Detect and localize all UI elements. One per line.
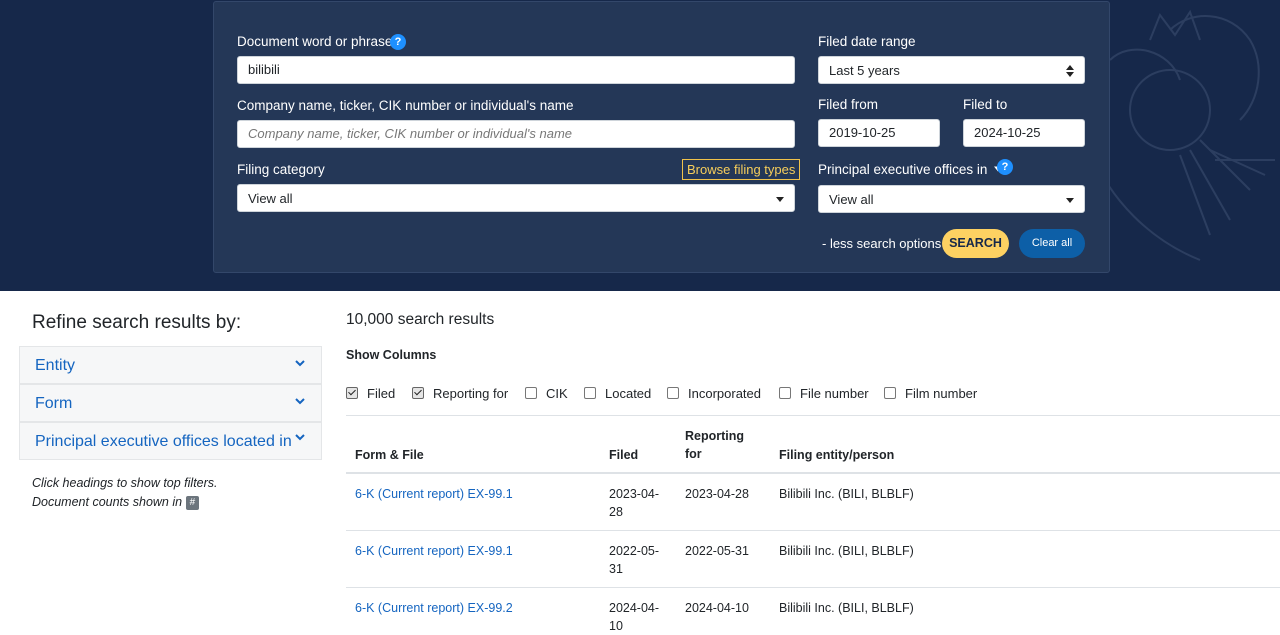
column-toggle-file-number[interactable]: File number (779, 386, 869, 401)
row-divider (346, 587, 1280, 588)
search-hero: Document word or phrase ? Company name, … (0, 0, 1280, 291)
updown-arrows-icon (1066, 65, 1074, 77)
header-form-file[interactable]: Form & File (355, 446, 424, 464)
offices-dropdown-toggle[interactable]: Principal executive offices in (818, 162, 1003, 177)
accordion-entity[interactable]: Entity (19, 346, 322, 384)
form-link[interactable]: 6-K (Current report) EX-99.1 (355, 485, 513, 503)
column-toggle-label: Film number (905, 386, 978, 401)
reporting-date: 2023-04-28 (685, 487, 749, 501)
table-header-divider (346, 472, 1280, 474)
column-toggle-label: Reporting for (433, 386, 509, 401)
offices-label: Principal executive offices in (818, 162, 988, 177)
filed-to-input[interactable] (963, 119, 1085, 147)
checkbox-icon[interactable] (525, 387, 537, 399)
checkbox-icon[interactable] (667, 387, 679, 399)
column-toggle-label: Incorporated (688, 386, 761, 401)
column-toggle-filed[interactable]: Filed (346, 386, 395, 401)
sidebar-hint-1: Click headings to show top filters. (32, 476, 218, 490)
date-range-select[interactable]: Last 5 years (818, 56, 1085, 84)
filing-category-value: View all (248, 191, 293, 206)
document-word-input[interactable] (237, 56, 795, 84)
checkbox-checked-icon[interactable] (412, 387, 424, 399)
filed-date-part: 31 (609, 562, 623, 576)
search-panel: Document word or phrase ? Company name, … (213, 1, 1110, 273)
caret-down-icon (776, 197, 784, 202)
search-button[interactable]: SEARCH (942, 229, 1009, 258)
results-count: 10,000 search results (346, 311, 495, 328)
filed-to-label: Filed to (963, 97, 1008, 112)
filed-date: 2023-04- 28 (609, 485, 659, 521)
filing-entity[interactable]: Bilibili Inc. (BILI, BLBLF) (779, 485, 914, 503)
filed-date: 2024-04- 10 (609, 599, 659, 635)
filed-date-part: 28 (609, 505, 623, 519)
filed-date-part: 10 (609, 619, 623, 633)
checkbox-icon[interactable] (584, 387, 596, 399)
date-range-label: Filed date range (818, 34, 916, 49)
header-text: Reporting (685, 429, 745, 443)
reporting-date: 2022-05-31 (685, 544, 749, 558)
checkbox-icon[interactable] (779, 387, 791, 399)
filing-category-label: Filing category (237, 162, 325, 177)
column-toggle-film-number[interactable]: Film number (884, 386, 977, 401)
accordion-label: Principal executive offices located in (35, 433, 292, 450)
help-icon[interactable]: ? (997, 159, 1013, 175)
filing-entity[interactable]: Bilibili Inc. (BILI, BLBLF) (779, 599, 914, 617)
chevron-down-icon (295, 434, 305, 441)
checkbox-icon[interactable] (884, 387, 896, 399)
accordion-label: Entity (35, 357, 76, 374)
row-divider (346, 530, 1280, 531)
column-toggle-reporting-for[interactable]: Reporting for (412, 386, 508, 401)
column-toggle-label: Located (605, 386, 652, 401)
count-badge: # (185, 496, 200, 510)
accordion-form[interactable]: Form (19, 384, 322, 422)
sidebar-hint-2: Document counts shown in # (32, 495, 200, 510)
filed-date-part: 2022-05- (609, 544, 660, 558)
column-toggle-label: CIK (546, 386, 568, 401)
column-toggle-located[interactable]: Located (584, 386, 651, 401)
help-icon[interactable]: ? (390, 34, 406, 50)
column-toggle-label: File number (800, 386, 869, 401)
filing-entity[interactable]: Bilibili Inc. (BILI, BLBLF) (779, 542, 914, 560)
form-link[interactable]: 6-K (Current report) EX-99.2 (355, 599, 513, 617)
accordion-label: Form (35, 395, 73, 412)
filed-date-part: 2023-04- (609, 487, 660, 501)
form-link[interactable]: 6-K (Current report) EX-99.1 (355, 542, 513, 560)
chevron-down-icon (295, 398, 305, 405)
header-reporting-for[interactable]: Reporting for (685, 427, 744, 463)
column-toggle-incorporated[interactable]: Incorporated (667, 386, 761, 401)
header-filing-entity[interactable]: Filing entity/person (779, 446, 894, 464)
filed-from-label: Filed from (818, 97, 879, 112)
filed-from-input[interactable] (818, 119, 940, 147)
chevron-down-icon (295, 360, 305, 367)
sidebar-hint-text: Document counts shown in (32, 495, 183, 509)
filed-date-part: 2024-04- (609, 601, 660, 615)
less-search-options-link[interactable]: - less search options (822, 236, 941, 251)
divider (346, 415, 1280, 416)
checkbox-checked-icon[interactable] (346, 387, 358, 399)
refine-title: Refine search results by: (32, 312, 242, 333)
header-filed[interactable]: Filed (609, 446, 638, 464)
show-columns-label: Show Columns (346, 348, 437, 362)
accordion-principal-offices[interactable]: Principal executive offices located in (19, 422, 322, 460)
browse-filing-types-button[interactable]: Browse filing types (682, 159, 801, 180)
offices-value: View all (829, 192, 874, 207)
reporting-date: 2024-04-10 (685, 601, 749, 615)
company-input[interactable] (237, 120, 795, 148)
column-toggle-cik[interactable]: CIK (525, 386, 568, 401)
filing-category-select[interactable]: View all (237, 184, 795, 212)
filed-date: 2022-05- 31 (609, 542, 659, 578)
header-text: for (685, 447, 702, 461)
document-word-label: Document word or phrase (237, 34, 393, 49)
offices-select[interactable]: View all (818, 185, 1085, 213)
company-label: Company name, ticker, CIK number or indi… (237, 98, 574, 113)
column-toggle-label: Filed (367, 386, 396, 401)
date-range-value: Last 5 years (829, 63, 900, 78)
caret-down-icon (1066, 198, 1074, 203)
clear-all-button[interactable]: Clear all (1019, 229, 1085, 258)
